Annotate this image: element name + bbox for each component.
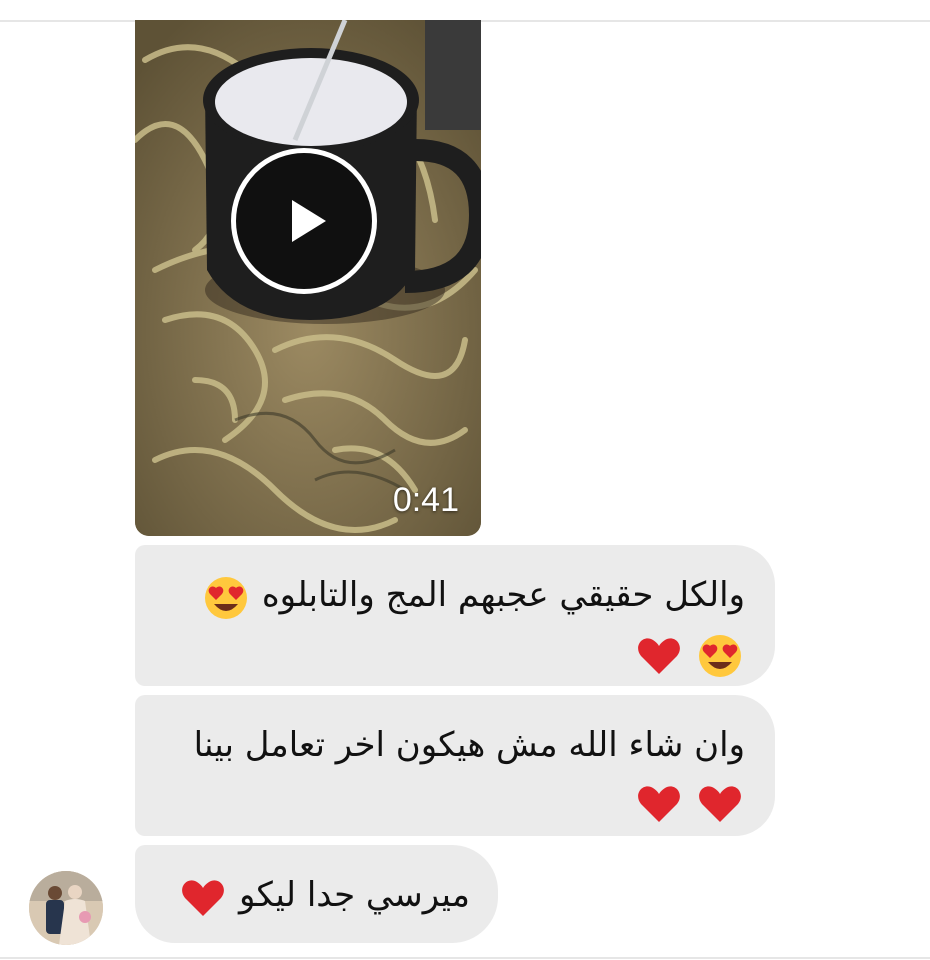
play-button[interactable]	[231, 148, 377, 294]
heart-icon	[699, 786, 741, 822]
heart-icon	[638, 786, 681, 822]
bottom-divider	[0, 957, 930, 959]
heart-icon	[638, 637, 681, 674]
heart-icon	[182, 880, 225, 916]
emoji-run	[634, 775, 745, 831]
message-text: وان شاء الله مش هيكون اخر تعامل بينا	[193, 725, 745, 765]
message-text: والكل حقيقي عجبهم المج والتابلوه	[261, 575, 745, 615]
message-bubble[interactable]: وان شاء الله مش هيكون اخر تعامل بينا	[135, 695, 775, 836]
play-icon	[292, 200, 326, 242]
emoji-run	[634, 626, 745, 682]
message-bubble[interactable]: ميرسي جدا ليكو	[135, 845, 498, 943]
message-bubble[interactable]: والكل حقيقي عجبهم المج والتابلوه	[135, 545, 775, 686]
message-text: ميرسي جدا ليكو	[239, 875, 470, 915]
emoji-run	[178, 869, 228, 925]
avatar-photo	[29, 871, 103, 945]
heart-eyes-icon	[205, 577, 248, 619]
video-message[interactable]: 0:41	[135, 20, 481, 536]
emoji-run	[201, 569, 251, 625]
avatar[interactable]	[29, 871, 103, 945]
heart-eyes-icon	[699, 634, 741, 677]
video-duration: 0:41	[392, 481, 459, 519]
